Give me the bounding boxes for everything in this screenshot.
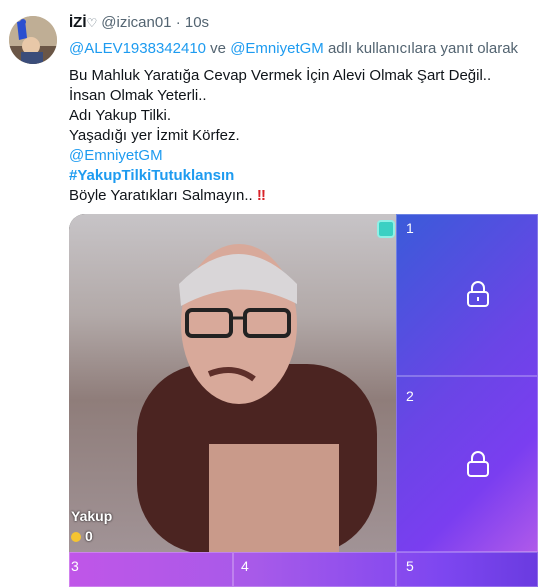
text-line: Böyle Yaratıkları Salmayın..	[69, 187, 253, 204]
slot-number: 1	[406, 220, 414, 236]
lock-icon	[467, 451, 489, 477]
text-line: Bu Mahluk Yaratığa Cevap Vermek İçin Ale…	[69, 67, 492, 84]
avatar[interactable]	[9, 16, 57, 64]
reply-mention-2[interactable]: @EmniyetGM	[230, 40, 324, 57]
slot-5[interactable]	[396, 552, 538, 587]
video-frame: Yakup 0	[69, 214, 397, 554]
timestamp[interactable]: 10s	[185, 14, 209, 31]
text-line: Adı Yakup Tilki.	[69, 107, 171, 124]
slot-number: 4	[241, 558, 249, 574]
slot-number: 5	[406, 558, 414, 574]
tweet-media[interactable]: Yakup 0 1 2 3 4 5	[69, 214, 538, 587]
person-illustration	[137, 244, 377, 554]
slot-4[interactable]	[233, 552, 396, 587]
reply-suffix: adlı kullanıcılara yanıt olarak	[323, 40, 519, 57]
user-handle[interactable]: @izican01	[101, 14, 171, 31]
status-dot	[377, 220, 395, 238]
slot-3[interactable]	[69, 552, 233, 587]
tweet: İZİ♡ @izican01 · 10s @ALEV1938342410 ve @…	[0, 0, 538, 587]
lock-icon	[467, 281, 489, 307]
heart-icon: ♡	[86, 16, 98, 30]
text-line: Yaşadığı yer İzmit Körfez.	[69, 127, 240, 144]
video-username: Yakup	[71, 508, 113, 524]
tweet-header: İZİ♡ @izican01 · 10s	[69, 14, 209, 31]
mention-link[interactable]: @EmniyetGM	[69, 146, 491, 166]
slot-number: 2	[406, 388, 414, 404]
tweet-text: Bu Mahluk Yaratığa Cevap Vermek İçin Ale…	[69, 66, 491, 206]
reply-and: ve	[206, 40, 231, 57]
slot-number: 3	[71, 558, 79, 574]
display-name[interactable]: İZİ	[69, 14, 87, 31]
coin-icon	[71, 532, 81, 543]
text-line: İnsan Olmak Yeterli..	[69, 87, 207, 104]
hashtag-link[interactable]: #YakupTilkiTutuklansın	[69, 166, 491, 186]
double-exclamation-emoji: ‼	[256, 187, 266, 204]
video-coins: 0	[71, 528, 93, 544]
separator: ·	[175, 14, 181, 31]
reply-context: @ALEV1938342410 ve @EmniyetGM adlı kulla…	[69, 40, 518, 57]
reply-mention-1[interactable]: @ALEV1938342410	[69, 40, 206, 57]
